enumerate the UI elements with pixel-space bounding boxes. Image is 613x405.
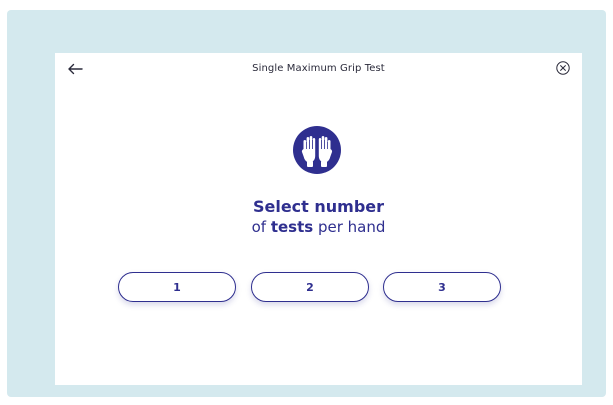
option-3-button[interactable]: 3	[383, 272, 501, 302]
prompt-line-1: Select number	[252, 197, 385, 216]
test-count-options: 1 2 3	[55, 272, 582, 304]
prompt-line-2-emphasis: tests	[270, 218, 314, 236]
app-screen: Single Maximum Grip Test Select number o…	[55, 53, 582, 385]
raised-hands-icon	[293, 126, 341, 174]
prompt-line-2-prefix: of	[251, 218, 271, 236]
prompt-heading: Select number of tests per hand	[55, 197, 582, 237]
option-2-button[interactable]: 2	[251, 272, 369, 302]
prompt-line-2-suffix: per hand	[313, 218, 386, 236]
page-title: Single Maximum Grip Test	[252, 63, 385, 74]
option-1-button[interactable]: 1	[118, 272, 236, 302]
close-circle-icon	[556, 60, 570, 79]
device-frame: Single Maximum Grip Test Select number o…	[7, 10, 606, 397]
prompt-line-2: of tests per hand	[55, 217, 582, 237]
close-button[interactable]	[554, 60, 572, 78]
